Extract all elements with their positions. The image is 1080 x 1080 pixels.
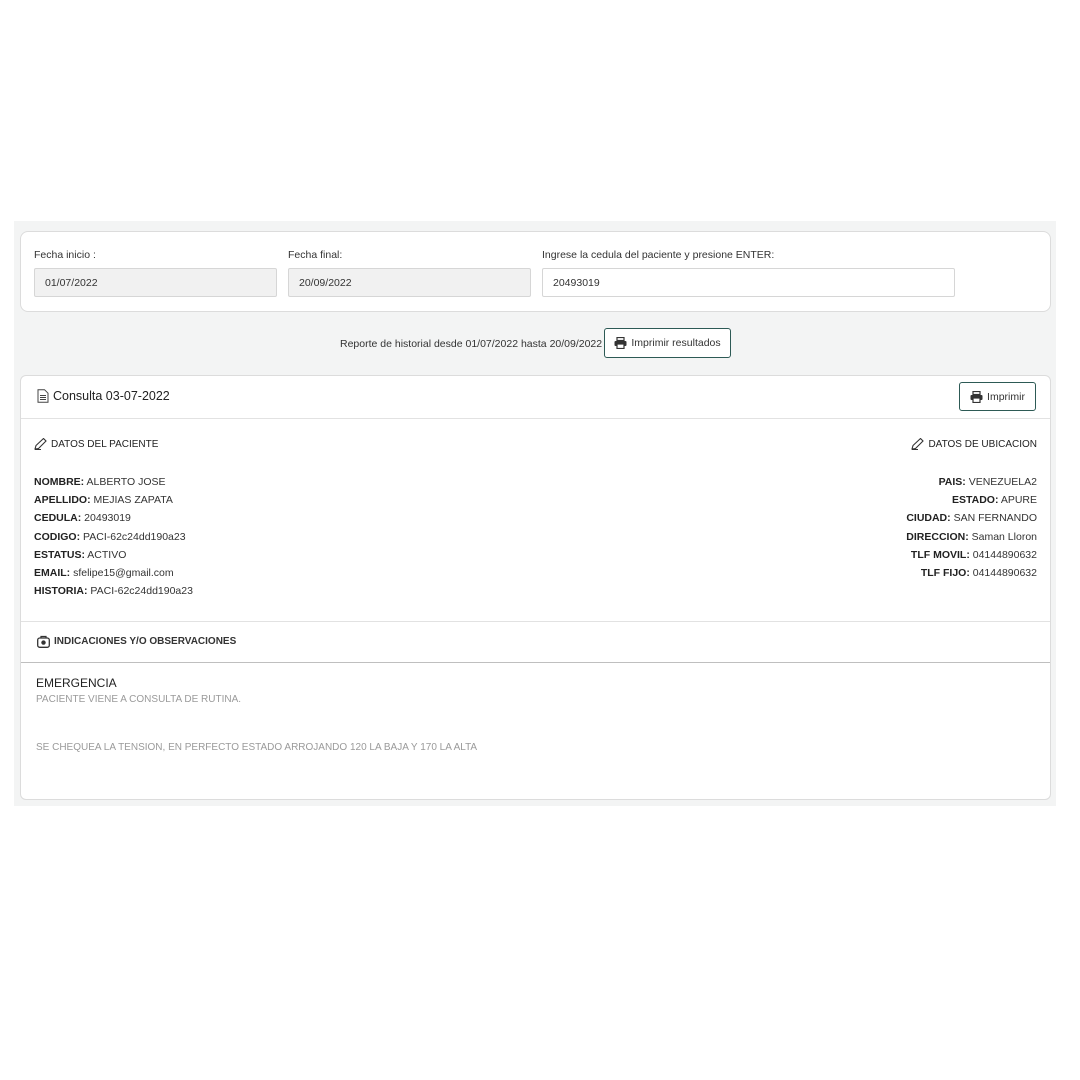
observations-header: INDICACIONES Y/O OBSERVACIONES (21, 621, 1050, 663)
cedula-label: Ingrese la cedula del paciente y presion… (542, 249, 775, 261)
document-icon (37, 389, 49, 403)
printer-icon (614, 337, 627, 349)
location-field-estado: ESTADO: APURE (951, 494, 1037, 507)
patient-field-historia: HISTORIA: PACI-62c24dd190a23 (34, 585, 193, 598)
location-field-pais: PAIS: VENEZUELA2 (938, 476, 1037, 488)
patient-field-apellido: APELLIDO: MEJIAS ZAPATA (34, 494, 173, 507)
observations-title: INDICACIONES Y/O OBSERVACIONES (37, 635, 236, 648)
patient-field-email: EMAIL: sfelipe15@gmail.com (34, 566, 174, 579)
patient-field-codigo: CODIGO: PACI-62c24dd190a23 (34, 530, 186, 543)
content-area: Fecha inicio : Fecha final: Ingrese la c… (14, 221, 1056, 806)
location-section-title: DATOS DE UBICACION (911, 438, 1037, 450)
location-field-direccion: DIRECCION: Saman Lloron (906, 530, 1037, 543)
filter-card: Fecha inicio : Fecha final: Ingrese la c… (20, 231, 1051, 312)
consult-header: Consulta 03-07-2022 (21, 376, 1050, 419)
patient-section-title: DATOS DEL PACIENTE (34, 438, 158, 450)
observation-text: SE CHEQUEA LA TENSION, EN PERFECTO ESTAD… (36, 742, 478, 753)
start-date-input[interactable] (34, 268, 277, 297)
observation-type: EMERGENCIA (36, 676, 117, 690)
consult-title: Consulta 03-07-2022 (37, 389, 170, 403)
patient-data-list: NOMBRE: ALBERTO JOSE APELLIDO: MEJIAS ZA… (34, 473, 193, 600)
location-field-ciudad: CIUDAD: SAN FERNANDO (906, 512, 1037, 525)
report-summary: Reporte de historial desde 01/07/2022 ha… (340, 338, 603, 350)
pencil-icon (911, 438, 925, 450)
cedula-input[interactable] (542, 268, 955, 297)
consult-title-text: Consulta 03-07-2022 (53, 389, 170, 403)
printer-icon (970, 390, 983, 403)
start-date-label: Fecha inicio : (34, 249, 96, 261)
end-date-input[interactable] (288, 268, 531, 297)
consult-card: Consulta 03-07-2022 DATOS DEL PACIENTE D… (20, 375, 1051, 800)
print-results-button[interactable]: Imprimir resultados (604, 328, 731, 358)
observation-text: PACIENTE VIENE A CONSULTA DE RUTINA. (36, 694, 242, 705)
location-field-tlf-movil: TLF MOVIL: 04144890632 (910, 548, 1037, 561)
print-results-label: Imprimir resultados (631, 337, 721, 349)
medical-bag-icon (37, 635, 50, 648)
print-button[interactable]: Imprimir (959, 382, 1036, 411)
pencil-icon (34, 438, 47, 450)
patient-field-estatus: ESTATUS: ACTIVO (34, 548, 127, 561)
location-data-list: PAIS: VENEZUELA2 ESTADO: APURE CIUDAD: S… (906, 473, 1037, 582)
location-field-tlf-fijo: TLF FIJO: 04144890632 (920, 566, 1037, 579)
patient-field-nombre: NOMBRE: ALBERTO JOSE (34, 476, 166, 488)
end-date-label: Fecha final: (288, 249, 343, 261)
patient-field-cedula: CEDULA: 20493019 (34, 512, 131, 525)
print-label: Imprimir (987, 390, 1025, 403)
